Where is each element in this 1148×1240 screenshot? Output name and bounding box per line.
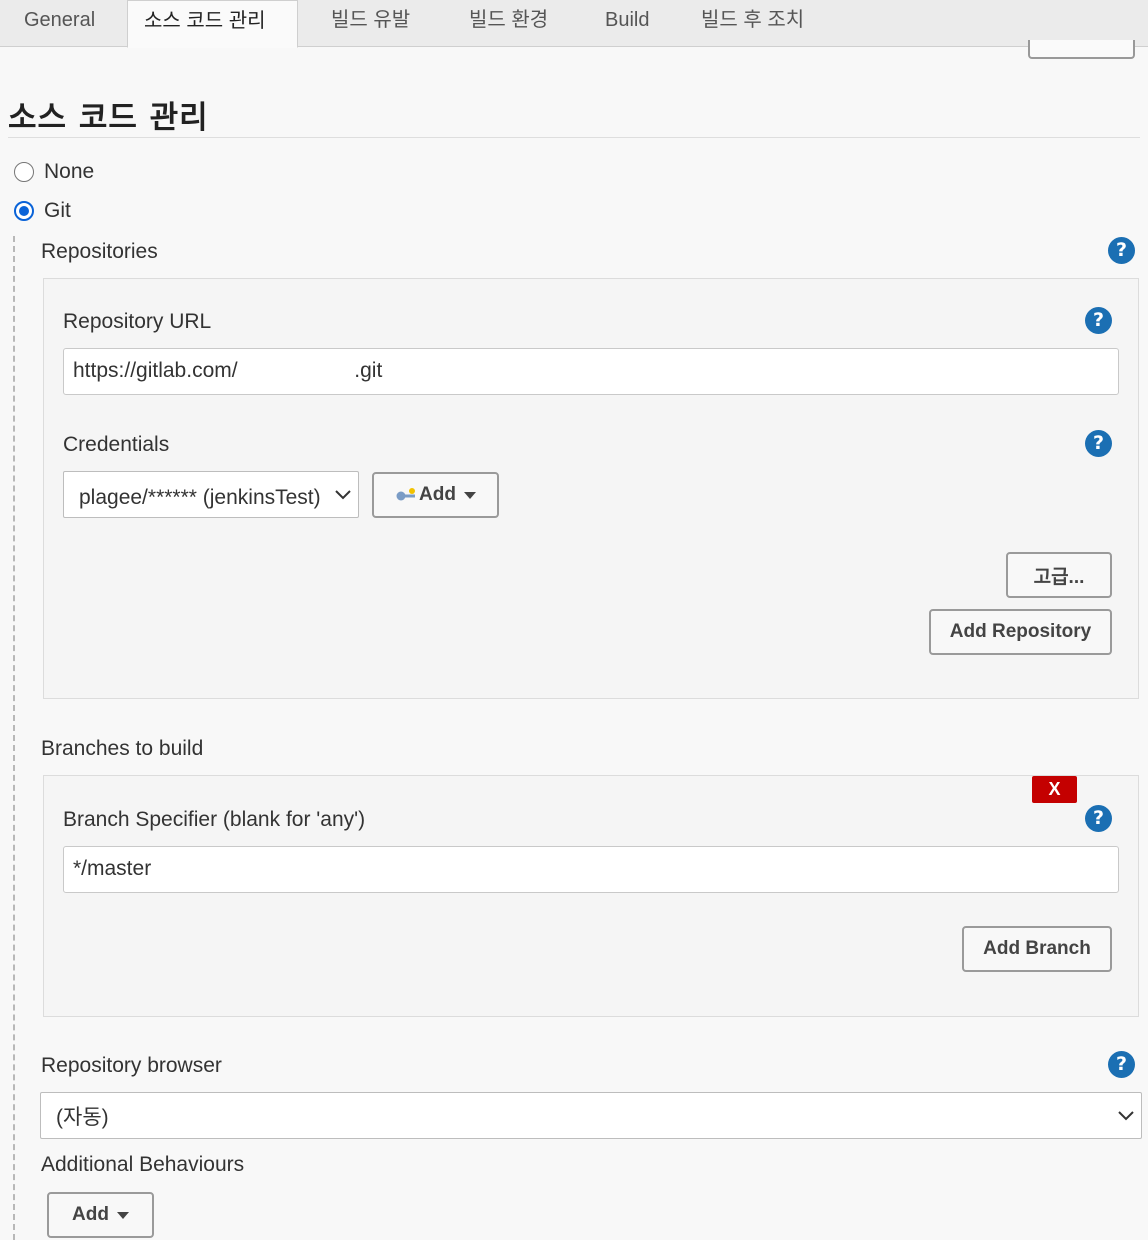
git-section-guide <box>13 236 15 1240</box>
repository-url-help-icon[interactable]: ? <box>1085 307 1112 334</box>
git-label: Git <box>44 199 71 222</box>
additional-behaviours-label: Additional Behaviours <box>41 1153 245 1176</box>
none-radio[interactable] <box>14 162 34 182</box>
tab-source-code-management[interactable]: 소스 코드 관리 <box>127 0 298 48</box>
repository-url-input[interactable]: https://gitlab.com/ .git <box>63 348 1119 395</box>
partial-button[interactable] <box>1028 40 1135 59</box>
repositories-label: Repositories <box>41 240 158 263</box>
add-credentials-button[interactable]: Add <box>372 472 499 518</box>
caret-down-icon <box>116 1211 129 1219</box>
add-branch-button[interactable]: Add Branch <box>962 926 1112 972</box>
add-behaviour-button[interactable]: Add <box>47 1192 154 1238</box>
branches-label: Branches to build <box>41 737 204 760</box>
tab-build-triggers[interactable]: 빌드 유발 <box>315 0 426 47</box>
tab-general[interactable]: General <box>8 0 111 47</box>
tab-bar: General 소스 코드 관리 빌드 유발 빌드 환경 Build 빌드 후 … <box>0 0 1148 48</box>
advanced-button[interactable]: 고급... <box>1006 552 1112 598</box>
credentials-help-icon[interactable]: ? <box>1085 430 1112 457</box>
credentials-select[interactable]: plagee/****** (jenkinsTest) <box>63 471 359 518</box>
repository-browser-help-icon[interactable]: ? <box>1108 1051 1135 1078</box>
credentials-label: Credentials <box>63 433 170 456</box>
repository-browser-selected-value: (자동) <box>56 1106 109 1129</box>
repository-url-label: Repository URL <box>63 310 212 333</box>
none-label: None <box>44 160 95 183</box>
section-title: 소스 코드 관리 <box>8 100 209 136</box>
chevron-down-icon <box>335 489 351 499</box>
tab-build-environment[interactable]: 빌드 환경 <box>453 0 564 47</box>
section-divider <box>8 137 1140 138</box>
repositories-help-icon[interactable]: ? <box>1108 237 1135 264</box>
branch-specifier-input[interactable]: */master <box>63 846 1119 893</box>
add-credentials-label: Add <box>419 484 456 505</box>
add-repository-button[interactable]: Add Repository <box>929 609 1112 655</box>
delete-branch-button[interactable]: X <box>1032 776 1077 803</box>
key-icon <box>395 487 417 503</box>
chevron-down-icon <box>1118 1110 1134 1120</box>
caret-down-icon <box>463 491 476 499</box>
scm-option-none[interactable]: None <box>14 160 94 184</box>
branch-specifier-label: Branch Specifier (blank for 'any') <box>63 808 366 831</box>
credentials-selected-value: plagee/****** (jenkinsTest) <box>79 486 321 509</box>
repository-browser-select[interactable]: (자동) <box>40 1092 1142 1139</box>
repository-browser-label: Repository browser <box>41 1054 222 1077</box>
add-behaviour-label: Add <box>72 1204 109 1225</box>
git-radio[interactable] <box>14 201 34 221</box>
scm-option-git[interactable]: Git <box>14 199 71 223</box>
tab-post-build-actions[interactable]: 빌드 후 조치 <box>685 0 820 47</box>
branch-specifier-help-icon[interactable]: ? <box>1085 805 1112 832</box>
tab-build[interactable]: Build <box>589 0 665 47</box>
